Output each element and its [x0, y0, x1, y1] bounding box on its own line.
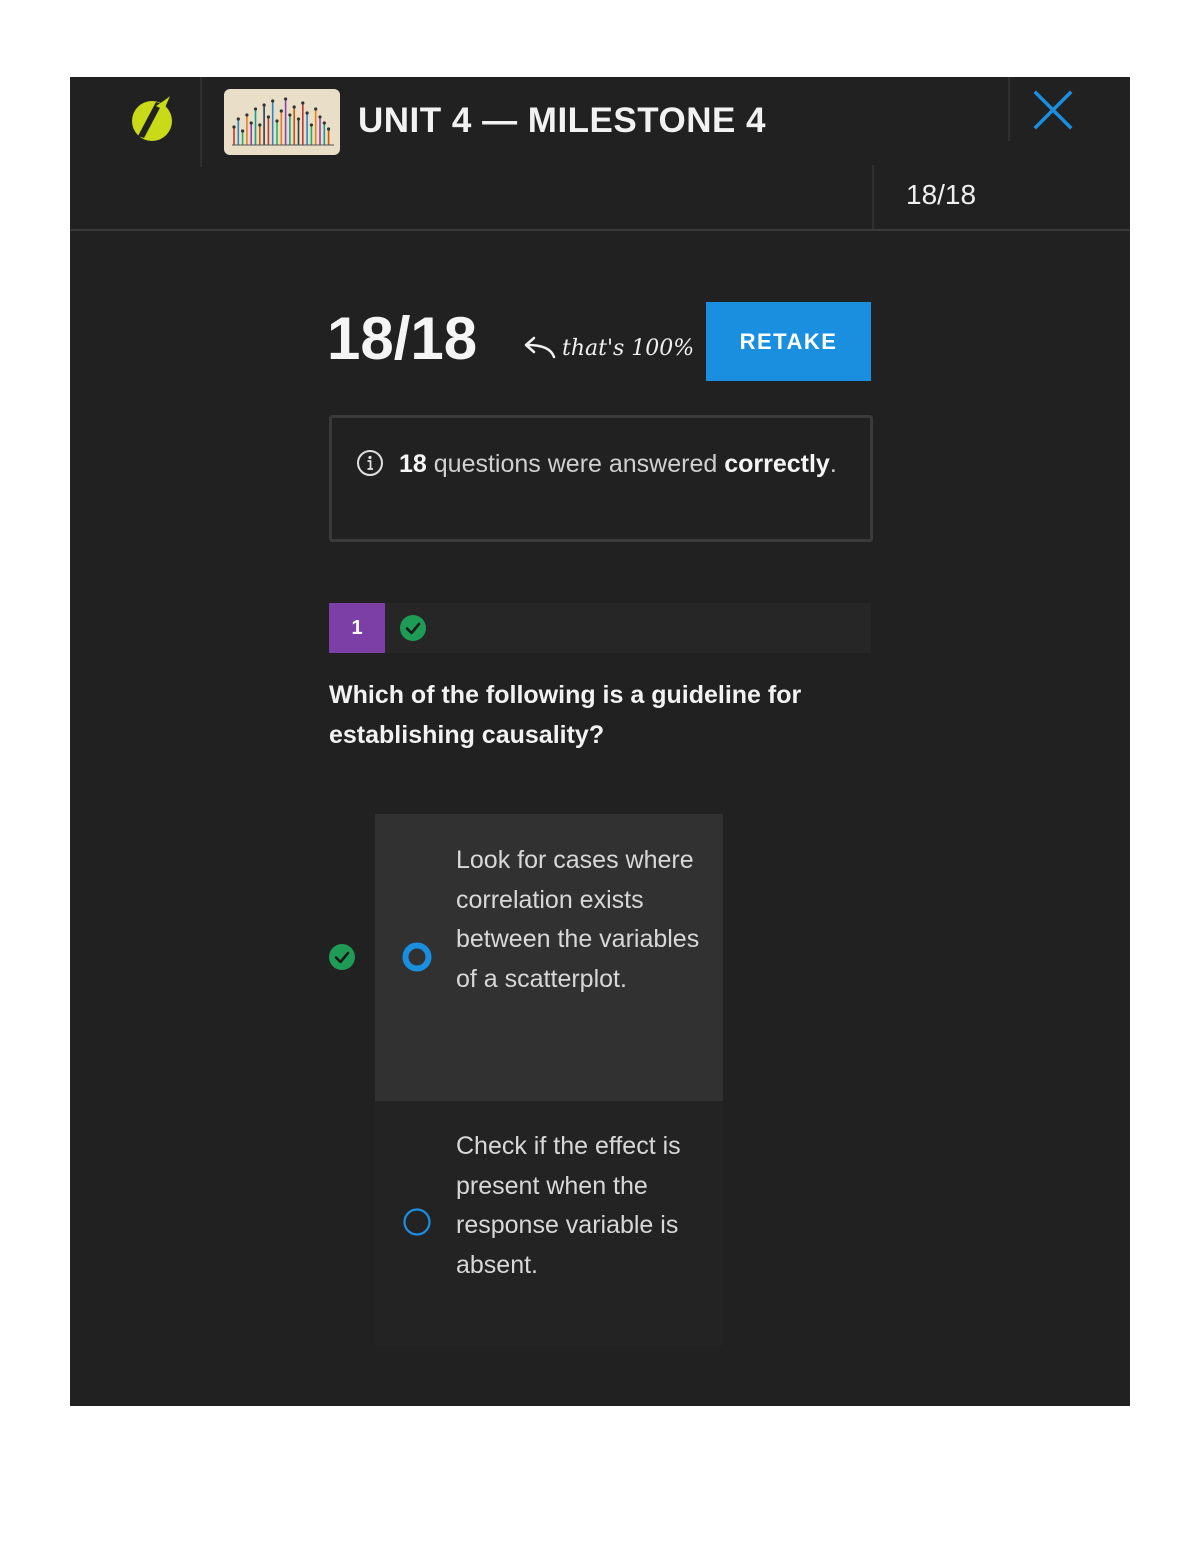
- header-divider: [200, 77, 202, 167]
- header-divider: [1008, 77, 1010, 141]
- question-header-bar: 1: [329, 603, 871, 653]
- answer-option-text: Check if the effect is present when the …: [456, 1132, 681, 1279]
- info-message: questions were answered: [433, 450, 718, 478]
- info-text: 18 questions were answered correctly.: [399, 448, 839, 480]
- info-icon: [357, 450, 383, 476]
- results-info-box: 18 questions were answered correctly.: [329, 415, 873, 542]
- sophia-logo-icon[interactable]: [130, 94, 174, 144]
- info-emphasis: correctly: [724, 450, 830, 478]
- answer-option-text: Look for cases where correlation exists …: [456, 846, 700, 993]
- info-period: .: [829, 450, 837, 478]
- answer-option[interactable]: Check if the effect is present when the …: [375, 1101, 723, 1346]
- score-note: that's 100%: [520, 331, 694, 365]
- bar-chart-thumbnail-icon: [224, 89, 340, 155]
- question-text: Which of the following is a guideline fo…: [329, 681, 802, 749]
- question-number-badge[interactable]: 1: [329, 603, 385, 653]
- score-note-text: that's 100%: [562, 335, 695, 361]
- quiz-results-window: UNIT 4 — MILESTONE 4 18/18 18/18 that's …: [70, 77, 1130, 1406]
- answer-option-selected[interactable]: Look for cases where correlation exists …: [375, 814, 723, 1101]
- progress-count: 18/18: [906, 179, 977, 210]
- retake-button[interactable]: RETAKE: [706, 302, 871, 381]
- radio-selected-icon[interactable]: [402, 942, 432, 972]
- correct-answer-check-icon: [329, 944, 355, 970]
- progress-indicator: 18/18: [872, 165, 1100, 229]
- page-title: UNIT 4 — MILESTONE 4: [358, 101, 767, 140]
- curved-arrow-left-icon: [524, 336, 556, 359]
- close-icon[interactable]: [1031, 89, 1075, 133]
- radio-unselected-icon[interactable]: [402, 1207, 432, 1237]
- score-value: 18/18: [327, 305, 478, 372]
- correct-check-icon: [400, 615, 426, 641]
- correct-count: 18: [399, 450, 427, 478]
- top-bar: UNIT 4 — MILESTONE 4 18/18: [70, 77, 1130, 231]
